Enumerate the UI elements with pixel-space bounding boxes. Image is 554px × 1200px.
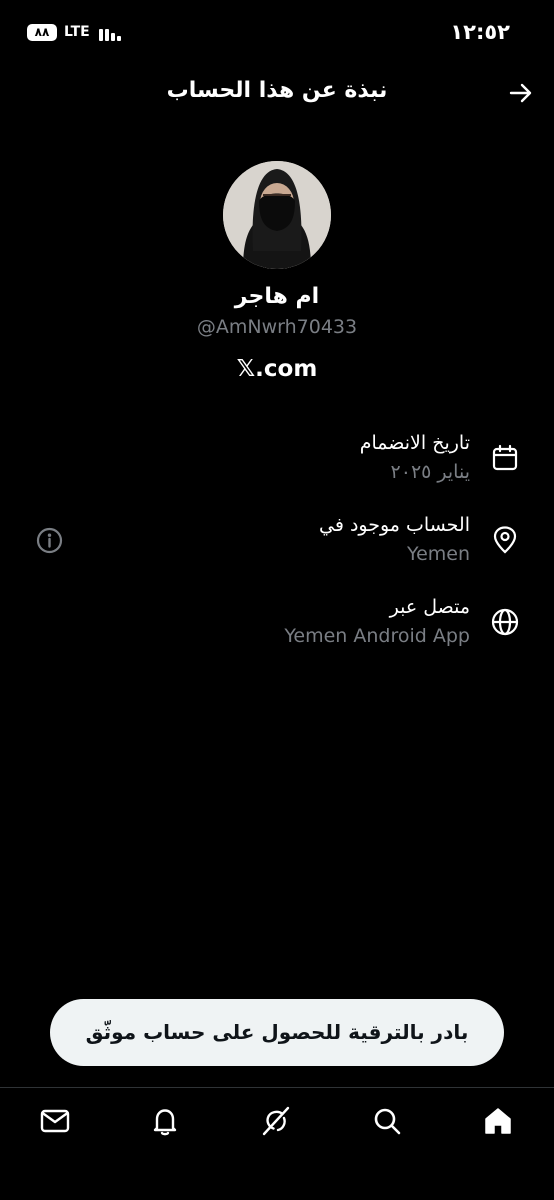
calendar-icon: [490, 443, 520, 473]
page-title: نبذة عن هذا الحساب: [166, 78, 388, 103]
grok-icon: [262, 1106, 290, 1136]
joined-label: تاريخ الانضمام: [359, 432, 470, 454]
nav-divider: [0, 1087, 554, 1088]
nav-messages[interactable]: [38, 1104, 72, 1138]
search-icon: [374, 1108, 401, 1135]
arrow-right-icon: [509, 83, 532, 103]
network-type: LTE: [64, 24, 90, 40]
upgrade-verified-button[interactable]: بادر بالترقية للحصول على حساب موثّق: [50, 999, 504, 1066]
joined-value: يناير ٢٠٢٥: [390, 461, 470, 483]
nav-grok[interactable]: [259, 1104, 293, 1138]
clock: ١٢:٥٢: [450, 20, 510, 44]
home-icon: [485, 1108, 511, 1134]
globe-icon: [490, 607, 520, 637]
status-bar: ٨٨ LTE ١٢:٥٢: [0, 0, 554, 66]
signal-icon: [99, 27, 121, 41]
back-button[interactable]: [508, 80, 534, 106]
mail-icon: [40, 1109, 70, 1133]
info-button[interactable]: [36, 527, 63, 554]
location-value: Yemen: [406, 543, 470, 565]
nav-notifications[interactable]: [148, 1104, 182, 1138]
avatar[interactable]: [223, 161, 331, 269]
avatar-image: [223, 161, 331, 269]
display-name: ام هاجر: [234, 284, 320, 309]
battery-indicator: ٨٨: [27, 24, 57, 41]
bell-icon: [153, 1109, 177, 1136]
location-pin-icon: [490, 525, 520, 555]
nav-home[interactable]: [481, 1104, 515, 1138]
connected-value: Yemen Android App: [284, 625, 470, 647]
info-icon: [36, 527, 63, 554]
connected-label: متصل عبر: [389, 596, 470, 618]
nav-search[interactable]: [370, 1104, 404, 1138]
location-label: الحساب موجود في: [319, 514, 470, 536]
site-label: 𝕏.com: [236, 356, 318, 382]
username-handle: @AmNwrh70433: [196, 316, 358, 338]
